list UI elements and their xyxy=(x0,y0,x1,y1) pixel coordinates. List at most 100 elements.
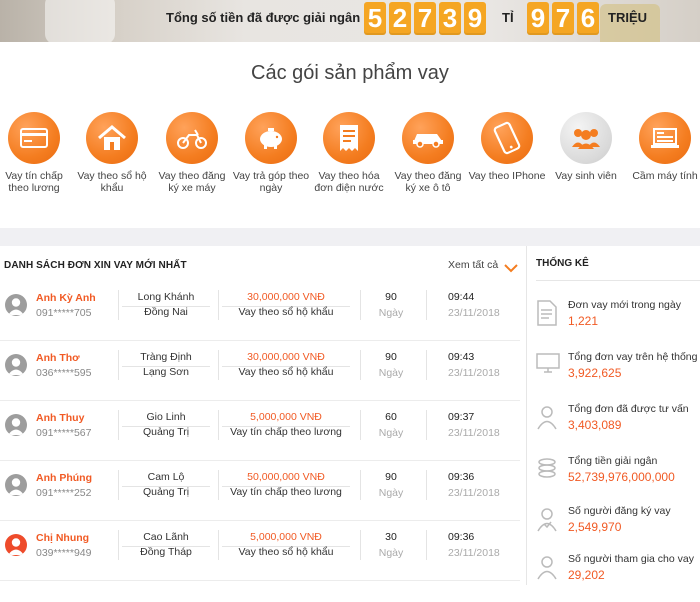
stat-label: Đơn vay mới trong ngày xyxy=(568,299,681,311)
loan-type: Vay tín chấp theo lương xyxy=(230,426,342,438)
applicant-name[interactable]: Anh Kỳ Anh xyxy=(36,292,96,304)
applicant-city: Long Khánh xyxy=(122,291,210,307)
cell-divider xyxy=(426,290,427,320)
billions-counter: 5 2 7 3 9 xyxy=(364,2,486,35)
counter-digit: 3 xyxy=(439,2,461,35)
avatar-icon xyxy=(5,534,27,556)
product-daily-installment[interactable]: Vay trả góp theo ngày xyxy=(231,112,311,194)
section-divider xyxy=(0,228,700,246)
cell-divider xyxy=(218,350,219,380)
cell-divider xyxy=(118,470,119,500)
product-utility-bill-loan[interactable]: Vay theo hóa đơn điện nước xyxy=(309,112,389,194)
stat-label: Số người tham gia cho vay xyxy=(568,553,694,565)
counter-digit: 5 xyxy=(364,2,386,35)
product-car-loan[interactable]: Vay theo đăng ký xe ô tô xyxy=(388,112,468,194)
product-label: Vay trả góp theo ngày xyxy=(232,170,310,194)
avatar-icon xyxy=(5,474,27,496)
product-household-loan[interactable]: Vay theo sổ hộ khẩu xyxy=(72,112,152,194)
cell-divider xyxy=(360,290,361,320)
students-icon xyxy=(560,112,612,164)
applications-header: DANH SÁCH ĐƠN XIN VAY MỚI NHẤT Xem tất c… xyxy=(4,258,519,276)
cell-divider xyxy=(426,410,427,440)
applicant-phone: 091*****705 xyxy=(36,307,92,319)
chevron-down-icon[interactable] xyxy=(504,260,518,278)
lender-icon xyxy=(536,554,560,580)
row-divider xyxy=(0,340,520,341)
applicant-name[interactable]: Chị Nhung xyxy=(36,532,89,544)
table-row[interactable]: Anh Kỳ Anh 091*****705 Long Khánh Đồng N… xyxy=(0,286,520,344)
product-label: Vay theo hóa đơn điện nước xyxy=(314,170,384,194)
cell-divider xyxy=(360,470,361,500)
piggy-bank-icon xyxy=(245,112,297,164)
million-unit: TRIỆU xyxy=(608,10,647,25)
cell-divider xyxy=(218,530,219,560)
loan-amount: 5,000,000 VNĐ xyxy=(222,531,350,547)
applications-title: DANH SÁCH ĐƠN XIN VAY MỚI NHẤT xyxy=(4,260,187,271)
stat-label: Số người đăng ký vay xyxy=(568,505,671,517)
laptop-icon xyxy=(639,112,691,164)
product-laptop-pawn[interactable]: Cầm máy tính xyxy=(625,112,700,182)
table-row[interactable]: Anh Phúng 091*****252 Cam Lộ Quảng Trị 5… xyxy=(0,466,520,524)
applicant-city: Cao Lãnh xyxy=(122,531,210,547)
stat-item: Tổng tiền giải ngân 52,739,976,000,000 xyxy=(536,454,700,504)
consultant-icon xyxy=(536,404,560,430)
stat-value: 3,403,089 xyxy=(568,418,622,432)
cell-divider xyxy=(118,530,119,560)
product-salary-loan[interactable]: Vay tín chấp theo lương xyxy=(0,112,74,194)
cell-divider xyxy=(218,470,219,500)
products-title: Các gói sản phẩm vay xyxy=(251,62,449,84)
invoice-icon xyxy=(323,112,375,164)
product-motorbike-loan[interactable]: Vay theo đăng ký xe máy xyxy=(152,112,232,194)
days-unit: Ngày xyxy=(378,547,404,559)
table-row[interactable]: Chị Nhung 039*****949 Cao Lãnh Đồng Tháp… xyxy=(0,526,520,584)
avatar-icon xyxy=(5,294,27,316)
stat-label: Tổng tiền giải ngân xyxy=(568,455,658,467)
cell-divider xyxy=(118,290,119,320)
counter-digit: 9 xyxy=(527,2,549,35)
row-divider xyxy=(0,460,520,461)
loan-type: Vay theo sổ hộ khẩu xyxy=(238,366,334,378)
credit-card-icon xyxy=(8,112,60,164)
billion-unit: TỈ xyxy=(502,10,514,25)
applicant-phone: 039*****949 xyxy=(36,547,92,559)
table-row[interactable]: Anh Thuy 091*****567 Gio Linh Quảng Trị … xyxy=(0,406,520,464)
stat-item: Số người đăng ký vay 2,549,970 xyxy=(536,504,700,554)
stats-divider xyxy=(536,280,700,281)
submit-date: 23/11/2018 xyxy=(448,427,500,439)
disbursed-label: Tổng số tiền đã được giải ngân : xyxy=(166,10,369,25)
product-student-loan[interactable]: Vay sinh viên xyxy=(546,112,626,182)
applicant-city: Cam Lộ xyxy=(122,471,210,487)
loan-days: 90 xyxy=(385,471,397,483)
product-iphone-loan[interactable]: Vay theo IPhone xyxy=(467,112,547,182)
see-all-link[interactable]: Xem tất cả xyxy=(448,259,498,271)
stat-item: Tổng đơn đã được tư vấn 3,403,089 xyxy=(536,402,700,452)
applicant-name[interactable]: Anh Thuy xyxy=(36,412,84,424)
house-icon xyxy=(86,112,138,164)
loan-days: 90 xyxy=(385,291,397,303)
loan-type: Vay theo sổ hộ khẩu xyxy=(238,546,334,558)
stat-value: 2,549,970 xyxy=(568,520,622,534)
cell-divider xyxy=(426,530,427,560)
stats-title: THỐNG KÊ xyxy=(536,258,589,269)
row-divider xyxy=(0,400,520,401)
cell-divider xyxy=(118,350,119,380)
loan-amount: 50,000,000 VNĐ xyxy=(222,471,350,487)
applicant-name[interactable]: Anh Phúng xyxy=(36,472,92,484)
loan-type: Vay tín chấp theo lương xyxy=(230,486,342,498)
car-icon xyxy=(402,112,454,164)
table-row[interactable]: Anh Thơ 036*****595 Tràng Định Lạng Sơn … xyxy=(0,346,520,404)
counter-digit: 6 xyxy=(577,2,599,35)
applicant-phone: 091*****567 xyxy=(36,427,92,439)
cell-divider xyxy=(118,410,119,440)
counter-digit: 2 xyxy=(389,2,411,35)
disbursed-banner: Tổng số tiền đã được giải ngân : 5 2 7 3… xyxy=(0,0,700,42)
applicant-province: Lạng Sơn xyxy=(142,366,189,378)
loan-days: 90 xyxy=(385,351,397,363)
counter-digit: 9 xyxy=(464,2,486,35)
cell-divider xyxy=(360,410,361,440)
applicant-province: Quảng Trị xyxy=(142,426,190,438)
applicant-name[interactable]: Anh Thơ xyxy=(36,352,80,364)
submit-time: 09:36 xyxy=(448,531,475,543)
loan-amount: 30,000,000 VNĐ xyxy=(222,351,350,367)
cell-divider xyxy=(218,290,219,320)
